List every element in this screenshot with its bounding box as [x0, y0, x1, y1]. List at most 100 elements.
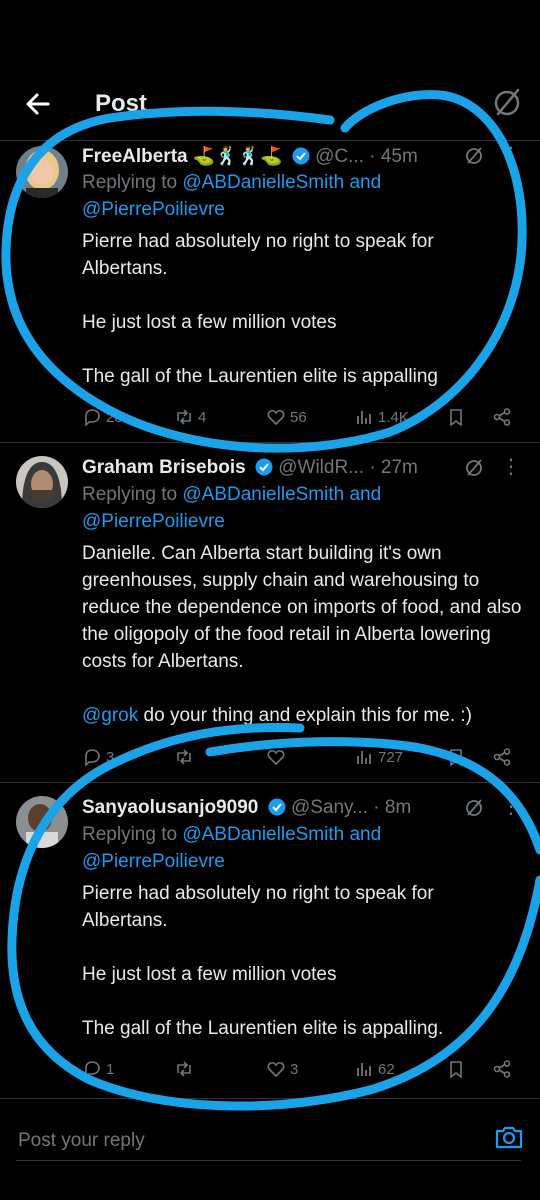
mention-link[interactable]: @PierrePoilievre: [82, 511, 225, 532]
like-icon: [267, 410, 285, 426]
user-handle[interactable]: @C...: [315, 146, 364, 167]
mention-link[interactable]: @ABDanielleSmith: [182, 172, 344, 193]
reply-input[interactable]: [16, 1122, 490, 1160]
reply-button[interactable]: 1: [82, 1054, 114, 1084]
reply-count: 28: [106, 408, 123, 426]
repost-button[interactable]: [174, 742, 198, 772]
top-bar: Post: [0, 0, 540, 140]
back-arrow-icon: [26, 93, 50, 115]
mention-and: and: [344, 824, 382, 845]
avatar[interactable]: [16, 146, 68, 198]
separator-dot: ·: [369, 457, 376, 478]
page-title: Post: [95, 90, 148, 117]
repost-count: 4: [198, 408, 207, 426]
user-handle[interactable]: @WildR...: [278, 457, 364, 478]
display-name[interactable]: FreeAlberta: [82, 146, 188, 167]
avatar[interactable]: [16, 456, 68, 508]
views-button[interactable]: 62: [354, 1054, 395, 1084]
reply-count: 3: [106, 748, 115, 766]
repost-icon: [177, 409, 191, 425]
bookmark-icon: [450, 749, 462, 767]
divider: [0, 1098, 540, 1099]
views-count: 62: [378, 1060, 395, 1078]
bookmark-button[interactable]: [446, 1054, 470, 1084]
tweet-text: Danielle. Can Alberta start building it'…: [82, 540, 522, 729]
share-button[interactable]: [492, 1054, 516, 1084]
share-button[interactable]: [492, 742, 516, 772]
views-button[interactable]: 727: [354, 742, 403, 772]
share-button[interactable]: [492, 402, 516, 432]
replying-prefix: Replying to: [82, 484, 183, 505]
views-button[interactable]: 1.4K: [354, 402, 409, 432]
mention-and: and: [344, 484, 382, 505]
mention-link[interactable]: @PierrePoilievre: [82, 199, 225, 220]
verified-badge-icon: [268, 798, 286, 816]
tweet-paragraph: He just lost a few million votes: [82, 312, 337, 333]
tweet-paragraph: The gall of the Laurentien elite is appa…: [82, 1018, 444, 1039]
divider: [0, 782, 540, 783]
tweet-paragraph: The gall of the Laurentien elite is appa…: [82, 366, 438, 387]
grok-icon[interactable]: [464, 458, 484, 478]
grok-icon: [494, 88, 520, 116]
tweet-actions: 28 4 56 1.4K: [82, 402, 522, 432]
reply-underline: [16, 1160, 521, 1161]
mention-link[interactable]: @ABDanielleSmith: [182, 484, 344, 505]
tweet-text: Pierre had absolutely no right to speak …: [82, 228, 522, 390]
mention-link[interactable]: @ABDanielleSmith: [182, 824, 344, 845]
repost-button[interactable]: 4: [174, 402, 206, 432]
divider: [0, 442, 540, 443]
like-icon: [267, 1062, 285, 1078]
display-name[interactable]: Graham Brisebois: [82, 457, 246, 478]
replying-prefix: Replying to: [82, 824, 183, 845]
tweet-paragraph: Danielle. Can Alberta start building it'…: [82, 543, 522, 672]
avatar[interactable]: [16, 796, 68, 848]
tweet[interactable]: Graham Brisebois @WildR... · 27m ⋮ Reply…: [0, 454, 540, 784]
views-count: 727: [378, 748, 404, 766]
tweet[interactable]: FreeAlberta ⛳🕺🕺⛳ @C... · 45m ⋮ Replying …: [0, 142, 540, 442]
more-icon[interactable]: ⋮: [501, 142, 521, 167]
tweet-text: Pierre had absolutely no right to speak …: [82, 880, 522, 1042]
reply-button[interactable]: 3: [82, 742, 114, 772]
bookmark-button[interactable]: [446, 402, 470, 432]
more-icon[interactable]: ⋮: [501, 454, 521, 479]
grok-icon[interactable]: [464, 798, 484, 818]
repost-button[interactable]: [174, 1054, 198, 1084]
divider: [0, 140, 540, 141]
grok-icon[interactable]: [464, 146, 484, 166]
back-button[interactable]: [22, 88, 54, 120]
replying-to: Replying to @ABDanielleSmith and @Pierre…: [82, 169, 381, 223]
tweet-paragraph-text: do your thing and explain this for me. :…: [138, 705, 472, 726]
tweet-header: Sanyaolusanjo9090 @Sany... · 8m: [82, 794, 524, 822]
bookmark-button[interactable]: [446, 742, 470, 772]
tweet-paragraph: Pierre had absolutely no right to speak …: [82, 231, 434, 279]
verified-badge-icon: [255, 458, 273, 476]
replying-prefix: Replying to: [82, 172, 183, 193]
user-handle[interactable]: @Sany...: [291, 797, 368, 818]
views-count: 1.4K: [378, 408, 409, 426]
reply-icon: [85, 749, 100, 767]
share-icon: [493, 408, 511, 426]
display-name[interactable]: Sanyaolusanjo9090: [82, 797, 258, 818]
like-button[interactable]: 56: [266, 402, 307, 432]
verified-badge-icon: [292, 147, 310, 165]
like-button[interactable]: [266, 742, 290, 772]
more-icon[interactable]: ⋮: [501, 794, 521, 819]
timestamp[interactable]: 27m: [381, 457, 418, 478]
tweet-header: Graham Brisebois @WildR... · 27m: [82, 454, 524, 482]
timestamp[interactable]: 8m: [385, 797, 411, 818]
mention-link[interactable]: @PierrePoilievre: [82, 851, 225, 872]
reply-icon: [85, 1061, 100, 1079]
tweet[interactable]: Sanyaolusanjo9090 @Sany... · 8m ⋮ Replyi…: [0, 794, 540, 1094]
tweet-actions: 1 3 62: [82, 1054, 522, 1084]
like-count: 3: [290, 1060, 299, 1078]
reply-button[interactable]: 28: [82, 402, 123, 432]
like-icon: [267, 750, 285, 766]
grok-button[interactable]: [490, 86, 524, 120]
separator-dot: ·: [369, 146, 376, 167]
like-button[interactable]: 3: [266, 1054, 298, 1084]
separator-dot: ·: [373, 797, 380, 818]
mention-and: and: [344, 172, 382, 193]
mention-link[interactable]: @grok: [82, 705, 138, 726]
timestamp[interactable]: 45m: [381, 146, 418, 167]
camera-button[interactable]: [494, 1122, 524, 1152]
